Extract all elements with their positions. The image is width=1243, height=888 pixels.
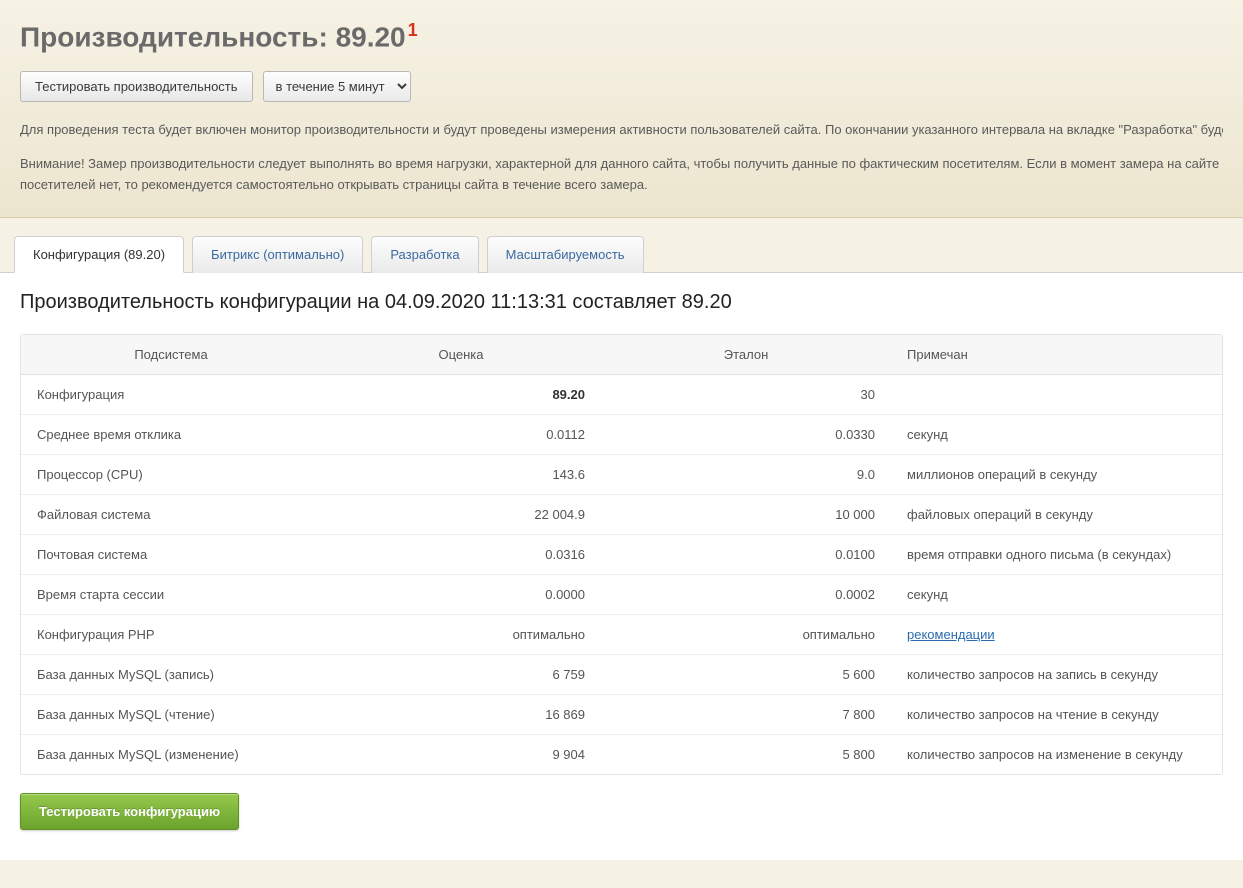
- cell-score: 89.20: [321, 374, 601, 414]
- tabs: Конфигурация (89.20)Битрикс (оптимально)…: [0, 218, 1243, 273]
- top-panel: Производительность: 89.201 Тестировать п…: [0, 0, 1243, 218]
- cell-subsystem: Конфигурация PHP: [21, 614, 321, 654]
- col-score: Оценка: [321, 335, 601, 375]
- cell-note: количество запросов на чтение в секунду: [891, 694, 1222, 734]
- table-row: База данных MySQL (запись)6 7595 600коли…: [21, 654, 1222, 694]
- cell-score: 16 869: [321, 694, 601, 734]
- cell-subsystem: База данных MySQL (чтение): [21, 694, 321, 734]
- tab-1[interactable]: Битрикс (оптимально): [192, 236, 363, 273]
- cell-note: секунд: [891, 574, 1222, 614]
- tab-3[interactable]: Масштабируемость: [487, 236, 644, 273]
- col-etalon: Эталон: [601, 335, 891, 375]
- cell-etalon: 10 000: [601, 494, 891, 534]
- cell-score: оптимально: [321, 614, 601, 654]
- cell-score: 22 004.9: [321, 494, 601, 534]
- cell-note: время отправки одного письма (в секундах…: [891, 534, 1222, 574]
- cell-etalon: 7 800: [601, 694, 891, 734]
- info-text-2: Внимание! Замер производительности следу…: [20, 154, 1223, 194]
- table-row: Процессор (CPU)143.69.0миллионов операци…: [21, 454, 1222, 494]
- duration-select[interactable]: в течение 5 минут: [264, 72, 410, 101]
- cell-note: количество запросов на изменение в секун…: [891, 734, 1222, 774]
- table-row: Среднее время отклика0.01120.0330секунд: [21, 414, 1222, 454]
- cell-score: 9 904: [321, 734, 601, 774]
- workarea: Производительность конфигурации на 04.09…: [0, 272, 1243, 860]
- cell-note: [891, 374, 1222, 414]
- col-subsystem: Подсистема: [21, 335, 321, 375]
- cell-note: миллионов операций в секунду: [891, 454, 1222, 494]
- section-title: Производительность конфигурации на 04.09…: [20, 291, 1223, 314]
- cell-etalon: 0.0100: [601, 534, 891, 574]
- page-title: Производительность: 89.201: [20, 20, 1223, 53]
- table-header-row: Подсистема Оценка Эталон Примечан: [21, 335, 1222, 375]
- table-row: Конфигурация PHPоптимальнооптимальнореко…: [21, 614, 1222, 654]
- table-row: Время старта сессии0.00000.0002секунд: [21, 574, 1222, 614]
- duration-select-wrap[interactable]: в течение 5 минут: [263, 71, 411, 102]
- cell-note: количество запросов на запись в секунду: [891, 654, 1222, 694]
- performance-table: Подсистема Оценка Эталон Примечан Конфиг…: [21, 335, 1222, 774]
- cell-subsystem: База данных MySQL (запись): [21, 654, 321, 694]
- table-row: База данных MySQL (чтение)16 8697 800кол…: [21, 694, 1222, 734]
- test-configuration-button[interactable]: Тестировать конфигурацию: [20, 793, 239, 830]
- table-wrap: Подсистема Оценка Эталон Примечан Конфиг…: [20, 334, 1223, 775]
- cell-subsystem: Время старта сессии: [21, 574, 321, 614]
- cell-etalon: 9.0: [601, 454, 891, 494]
- tab-0[interactable]: Конфигурация (89.20): [14, 236, 184, 273]
- table-row: База данных MySQL (изменение)9 9045 800к…: [21, 734, 1222, 774]
- cell-subsystem: Почтовая система: [21, 534, 321, 574]
- cell-etalon: 0.0002: [601, 574, 891, 614]
- cell-score: 0.0000: [321, 574, 601, 614]
- cell-etalon: оптимально: [601, 614, 891, 654]
- cell-note: секунд: [891, 414, 1222, 454]
- page-title-value: 89.20: [336, 21, 406, 52]
- table-row: Почтовая система0.03160.0100время отправ…: [21, 534, 1222, 574]
- cell-score: 0.0316: [321, 534, 601, 574]
- cell-subsystem: База данных MySQL (изменение): [21, 734, 321, 774]
- page-title-prefix: Производительность:: [20, 21, 336, 52]
- cell-score: 0.0112: [321, 414, 601, 454]
- cell-subsystem: Среднее время отклика: [21, 414, 321, 454]
- table-row: Конфигурация89.2030: [21, 374, 1222, 414]
- col-note: Примечан: [891, 335, 1222, 375]
- cell-subsystem: Процессор (CPU): [21, 454, 321, 494]
- page-title-footnote: 1: [408, 20, 418, 40]
- cell-note: рекомендации: [891, 614, 1222, 654]
- test-performance-button[interactable]: Тестировать производительность: [20, 71, 253, 102]
- cell-etalon: 30: [601, 374, 891, 414]
- cell-etalon: 5 600: [601, 654, 891, 694]
- recommendations-link[interactable]: рекомендации: [907, 627, 995, 642]
- cell-score: 6 759: [321, 654, 601, 694]
- cell-etalon: 0.0330: [601, 414, 891, 454]
- controls-row: Тестировать производительность в течение…: [20, 71, 1223, 102]
- cell-note: файловых операций в секунду: [891, 494, 1222, 534]
- cell-score: 143.6: [321, 454, 601, 494]
- table-row: Файловая система22 004.910 000файловых о…: [21, 494, 1222, 534]
- info-text-1: Для проведения теста будет включен монит…: [20, 120, 1223, 140]
- tab-2[interactable]: Разработка: [371, 236, 478, 273]
- tab-body: Производительность конфигурации на 04.09…: [0, 272, 1243, 860]
- cell-subsystem: Конфигурация: [21, 374, 321, 414]
- cell-subsystem: Файловая система: [21, 494, 321, 534]
- cell-etalon: 5 800: [601, 734, 891, 774]
